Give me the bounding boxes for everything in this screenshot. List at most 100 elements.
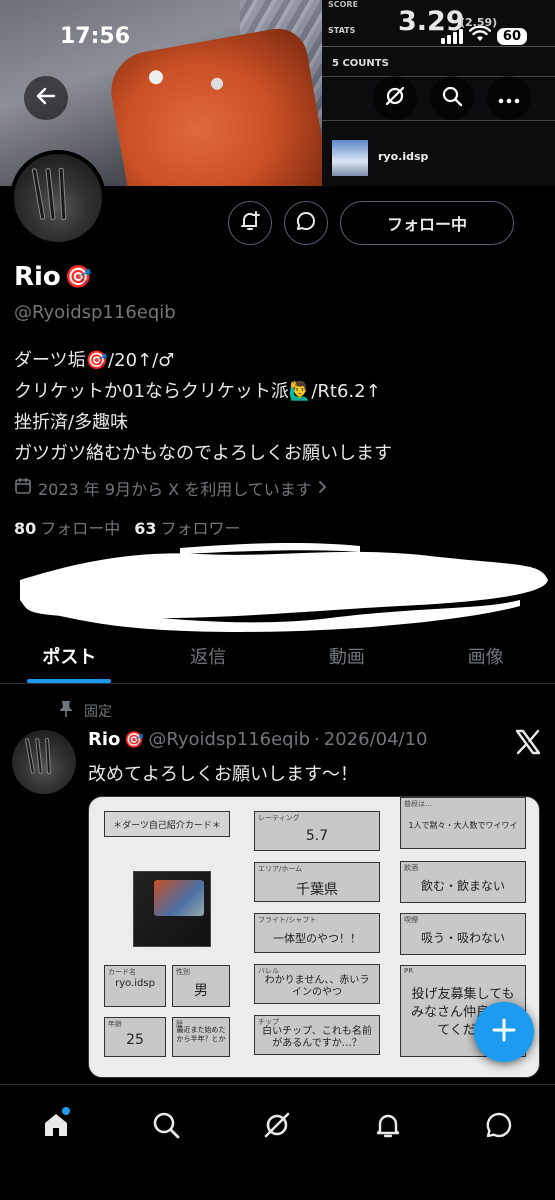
avatar-dart <box>45 737 51 775</box>
card-smoke-box: 喫煙 吸う・吸わない <box>400 913 526 955</box>
bottom-navigation <box>0 1084 555 1200</box>
nav-grok[interactable] <box>249 1099 305 1155</box>
card-drink-label: 飲酒 <box>404 864 418 872</box>
screen-thumbnail <box>332 140 368 176</box>
following-button[interactable]: フォロー中 <box>340 201 514 245</box>
profile-name-text: Rio <box>14 262 61 292</box>
card-usual-box: 普段は… 1人で黙々・大人数でワイワイ <box>400 797 526 849</box>
grok-button[interactable] <box>373 76 417 120</box>
card-flight-label: フライト/シャフト <box>258 916 317 924</box>
screen-divider <box>322 76 555 77</box>
card-drink-value: 飲む・飲まない <box>420 879 505 893</box>
nav-search[interactable] <box>138 1099 194 1155</box>
follow-counts: 80 フォロー中 63 フォロワー <box>14 515 241 539</box>
tab-images[interactable]: 画像 <box>416 628 555 683</box>
more-icon <box>498 89 520 108</box>
profile-bio: ダーツ垢🎯/20↑/♂ クリケットか01ならクリケット派🙋‍♂️/Rt6.2↑ … <box>14 345 392 469</box>
nav-messages[interactable] <box>471 1099 527 1155</box>
card-smoke-value: 吸う・吸わない <box>420 931 505 945</box>
home-icon <box>41 1110 71 1144</box>
status-icons: 60 <box>440 25 527 46</box>
card-smoke-label: 喫煙 <box>404 916 418 924</box>
dart-emoji-icon: 🎯 <box>64 264 93 290</box>
chevron-right-icon <box>318 479 328 498</box>
avatar-dart <box>58 167 67 221</box>
calendar-icon <box>14 477 32 499</box>
profile-tabs: ポスト 返信 動画 画像 <box>0 628 555 684</box>
battery-indicator: 60 <box>496 27 527 45</box>
x-logo-icon <box>514 728 542 756</box>
notify-button[interactable] <box>228 201 272 245</box>
card-age-value: 25 <box>126 1032 144 1048</box>
post-header: Rio 🎯 @Ryoidsp116eqib · 2026/04/10 <box>88 729 428 750</box>
plus-icon <box>491 1017 517 1047</box>
card-name-label: カード名 <box>108 968 136 976</box>
bio-line: クリケットか01ならクリケット派🙋‍♂️/Rt6.2↑ <box>14 381 381 402</box>
card-name-box: カード名 ryo.idsp <box>104 965 166 1007</box>
card-history-value: 最近また始めたから半年？とか <box>176 1026 226 1043</box>
tab-replies[interactable]: 返信 <box>139 628 278 683</box>
post-date[interactable]: 2026/04/10 <box>324 729 428 750</box>
card-name-value: ryo.idsp <box>115 978 155 989</box>
message-icon <box>295 210 317 236</box>
avatar-dart <box>24 737 36 775</box>
nav-notifications[interactable] <box>360 1099 416 1155</box>
profile-handle: @Ryoidsp116eqib <box>14 302 176 323</box>
followers-count[interactable]: 63 フォロワー <box>134 515 240 539</box>
nav-home[interactable] <box>28 1099 84 1155</box>
card-title: ＊ダーツ自己紹介カード＊ <box>104 811 230 837</box>
post-author[interactable]: Rio <box>88 729 120 750</box>
bio-line: 挫折済/多趣味 <box>14 412 129 433</box>
card-area-box: エリア/ホーム 千葉県 <box>254 862 380 902</box>
profile-avatar[interactable] <box>10 150 106 246</box>
avatar-dart <box>45 167 56 221</box>
card-rating-value: 5.7 <box>305 828 329 844</box>
avatar-dart <box>31 167 46 221</box>
bio-line: ガツガツ絡むかもなのでよろしくお願いします <box>14 443 392 464</box>
card-area-value: 千葉県 <box>296 882 338 898</box>
post-text: 改めてよろしくお願いします〜！ <box>88 764 358 785</box>
post-avatar[interactable] <box>12 730 76 794</box>
card-gender-label: 性別 <box>176 968 190 976</box>
tab-posts[interactable]: ポスト <box>0 628 139 683</box>
pinned-indicator: 固定 <box>58 700 112 722</box>
more-button[interactable] <box>487 76 531 120</box>
card-usual-label: 普段は… <box>404 800 432 808</box>
card-usual-value: 1人で黙々・大人数でワイワイ <box>408 821 518 830</box>
dart-emoji-icon: 🎯 <box>124 730 145 749</box>
bell-plus-icon <box>239 210 261 236</box>
post-handle[interactable]: @Ryoidsp116eqib <box>148 729 310 750</box>
screen-filename: ryo.idsp <box>378 150 429 163</box>
card-flight-value: 一体型のやつ！！ <box>273 932 361 945</box>
card-flight-box: フライト/シャフト 一体型のやつ！！ <box>254 913 380 953</box>
card-history-box: 歴 最近また始めたから半年？とか <box>172 1017 230 1057</box>
following-count[interactable]: 80 フォロー中 <box>14 515 120 539</box>
arrow-left-icon <box>35 85 57 111</box>
card-age-label: 年齢 <box>108 1020 122 1028</box>
bell-icon <box>373 1110 403 1144</box>
signal-icon <box>440 28 463 44</box>
card-gender-box: 性別 男 <box>172 965 230 1007</box>
notification-dot <box>62 1107 70 1115</box>
bio-line: ダーツ垢🎯/20↑/♂ <box>14 350 175 371</box>
status-time: 17:56 <box>60 24 131 49</box>
joined-date[interactable]: 2023 年 9月から X を利用しています <box>14 476 328 500</box>
card-rating-box: レーティング 5.7 <box>254 811 380 851</box>
card-photo <box>133 871 211 947</box>
card-tip-box: チップ 白いチップ、これも名前があるんですか…？ <box>254 1015 380 1055</box>
tab-videos[interactable]: 動画 <box>278 628 417 683</box>
screen-divider <box>322 120 555 121</box>
card-gender-value: 男 <box>194 983 208 999</box>
grok-icon <box>384 85 406 111</box>
card-drink-box: 飲酒 飲む・飲まない <box>400 861 526 903</box>
message-button[interactable] <box>284 201 328 245</box>
search-button[interactable] <box>430 76 474 120</box>
post-image-card[interactable]: ＊ダーツ自己紹介カード＊ レーティング 5.7 エリア/ホーム 千葉県 フライト… <box>88 796 540 1078</box>
avatar-dart <box>35 737 43 775</box>
grok-icon <box>262 1110 292 1144</box>
status-bar: 17:56 60 <box>0 0 555 74</box>
wifi-icon <box>468 25 491 46</box>
back-button[interactable] <box>24 76 68 120</box>
compose-button[interactable] <box>474 1002 534 1062</box>
card-tip-value: 白いチップ、これも名前があるんですか…？ <box>262 1026 372 1049</box>
